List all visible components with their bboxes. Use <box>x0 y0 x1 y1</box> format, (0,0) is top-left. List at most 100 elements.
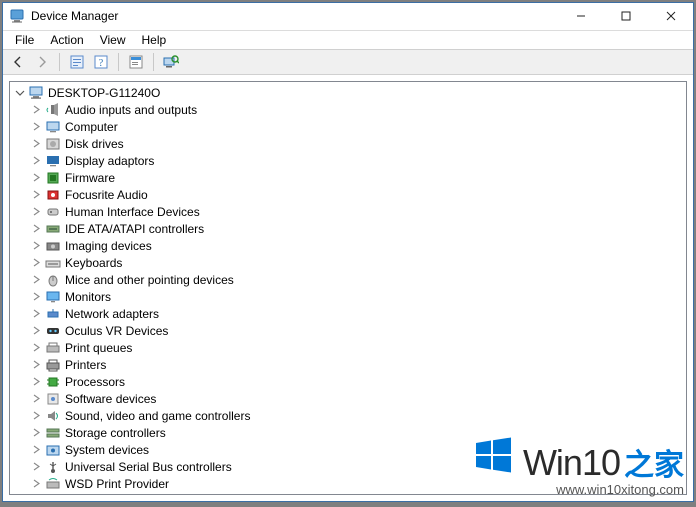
show-hidden-button[interactable] <box>66 51 88 73</box>
help-button[interactable]: ? <box>90 51 112 73</box>
expand-icon[interactable] <box>30 138 42 150</box>
menu-file[interactable]: File <box>7 31 42 49</box>
tree-node[interactable]: System devices <box>30 441 686 458</box>
device-manager-window: Device Manager File Action View Help <box>2 2 694 502</box>
tree-node[interactable]: Storage controllers <box>30 424 686 441</box>
scan-hardware-button[interactable] <box>160 51 182 73</box>
keyboard-icon <box>45 255 61 271</box>
tree-node[interactable]: Mice and other pointing devices <box>30 271 686 288</box>
expand-icon[interactable] <box>30 359 42 371</box>
expand-icon[interactable] <box>30 427 42 439</box>
tree-node[interactable]: Firmware <box>30 169 686 186</box>
tree-node[interactable]: Focusrite Audio <box>30 186 686 203</box>
hid-icon <box>45 204 61 220</box>
toolbar-sep <box>153 53 154 71</box>
expand-icon[interactable] <box>30 240 42 252</box>
tree-node[interactable]: Software devices <box>30 390 686 407</box>
tree-node[interactable]: IDE ATA/ATAPI controllers <box>30 220 686 237</box>
tree-node[interactable]: Human Interface Devices <box>30 203 686 220</box>
expand-icon[interactable] <box>30 206 42 218</box>
tree-node-label: Processors <box>65 375 125 389</box>
minimize-button[interactable] <box>558 3 603 30</box>
system-icon <box>45 442 61 458</box>
menubar: File Action View Help <box>3 31 693 49</box>
tree-node-label: Monitors <box>65 290 111 304</box>
tree-node-label: Keyboards <box>65 256 122 270</box>
tree-node-label: Disk drives <box>65 137 124 151</box>
display-icon <box>45 153 61 169</box>
content-area: DESKTOP-G11240O Audio inputs and outputs… <box>3 75 693 501</box>
tree-node[interactable]: Print queues <box>30 339 686 356</box>
ide-icon <box>45 221 61 237</box>
usb-icon <box>45 459 61 475</box>
tree-node-label: Audio inputs and outputs <box>65 103 197 117</box>
expand-icon[interactable] <box>30 461 42 473</box>
tree-node[interactable]: Keyboards <box>30 254 686 271</box>
tree-node[interactable]: Universal Serial Bus controllers <box>30 458 686 475</box>
expand-icon[interactable] <box>30 121 42 133</box>
expand-icon[interactable] <box>30 393 42 405</box>
tree-node[interactable]: Disk drives <box>30 135 686 152</box>
tree-node[interactable]: Monitors <box>30 288 686 305</box>
printer-icon <box>45 357 61 373</box>
tree-node[interactable]: Network adapters <box>30 305 686 322</box>
toolbar-sep <box>118 53 119 71</box>
tree-node-label: Universal Serial Bus controllers <box>65 460 232 474</box>
network-icon <box>45 306 61 322</box>
tree-node[interactable]: Processors <box>30 373 686 390</box>
tree-node[interactable]: Imaging devices <box>30 237 686 254</box>
software-icon <box>45 391 61 407</box>
tree-node-label: Human Interface Devices <box>65 205 200 219</box>
tree-node-label: Print queues <box>65 341 132 355</box>
tree-node[interactable]: Oculus VR Devices <box>30 322 686 339</box>
menu-action[interactable]: Action <box>42 31 91 49</box>
menu-help[interactable]: Help <box>134 31 175 49</box>
expand-icon[interactable] <box>30 291 42 303</box>
expand-icon[interactable] <box>30 410 42 422</box>
tree-node[interactable]: Printers <box>30 356 686 373</box>
tree-node[interactable]: Computer <box>30 118 686 135</box>
tree-root-node[interactable]: DESKTOP-G11240O <box>12 84 686 101</box>
sound-icon <box>45 408 61 424</box>
expand-icon[interactable] <box>30 342 42 354</box>
storage-icon <box>45 425 61 441</box>
root-label: DESKTOP-G11240O <box>48 86 160 100</box>
tree-node-label: Imaging devices <box>65 239 152 253</box>
tree-node[interactable]: Audio inputs and outputs <box>30 101 686 118</box>
vr-icon <box>45 323 61 339</box>
expand-icon[interactable] <box>30 155 42 167</box>
menu-view[interactable]: View <box>92 31 134 49</box>
wsd-icon <box>45 476 61 492</box>
print-queue-icon <box>45 340 61 356</box>
cpu-icon <box>45 374 61 390</box>
expand-icon[interactable] <box>30 189 42 201</box>
tree-node[interactable]: Sound, video and game controllers <box>30 407 686 424</box>
expand-icon[interactable] <box>30 104 42 116</box>
expand-icon[interactable] <box>30 274 42 286</box>
tree-node-label: WSD Print Provider <box>65 477 169 491</box>
expand-icon[interactable] <box>30 308 42 320</box>
tree-node[interactable]: WSD Print Provider <box>30 475 686 492</box>
svg-text:?: ? <box>99 58 104 69</box>
properties-button[interactable] <box>125 51 147 73</box>
tree-node[interactable]: Display adaptors <box>30 152 686 169</box>
expand-icon[interactable] <box>30 478 42 490</box>
expand-icon[interactable] <box>30 172 42 184</box>
imaging-icon <box>45 238 61 254</box>
tree-node-label: Firmware <box>65 171 115 185</box>
back-button[interactable] <box>7 51 29 73</box>
maximize-button[interactable] <box>603 3 648 30</box>
expand-icon[interactable] <box>30 376 42 388</box>
expand-icon[interactable] <box>30 257 42 269</box>
close-button[interactable] <box>648 3 693 30</box>
toolbar-sep <box>59 53 60 71</box>
device-tree[interactable]: DESKTOP-G11240O Audio inputs and outputs… <box>9 81 687 495</box>
expand-icon[interactable] <box>30 223 42 235</box>
monitor-icon <box>45 289 61 305</box>
collapse-icon[interactable] <box>14 87 26 99</box>
tree-node-label: Focusrite Audio <box>65 188 148 202</box>
expand-icon[interactable] <box>30 325 42 337</box>
expand-icon[interactable] <box>30 444 42 456</box>
forward-button[interactable] <box>31 51 53 73</box>
disk-icon <box>45 136 61 152</box>
